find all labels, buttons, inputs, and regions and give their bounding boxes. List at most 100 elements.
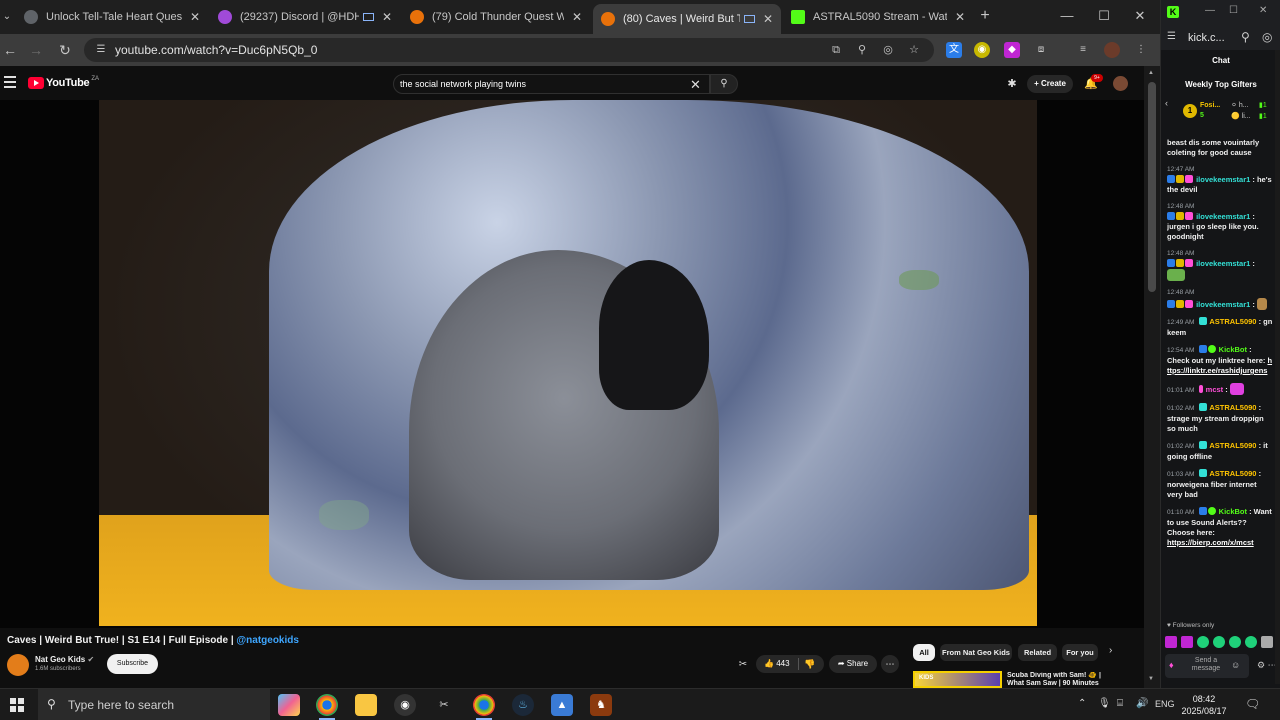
notification-center-icon[interactable]: 🗨: [1245, 697, 1260, 711]
new-tab-icon[interactable]: +: [976, 7, 994, 25]
taskbar-game-icon[interactable]: ▲: [551, 694, 573, 716]
chip-related[interactable]: Related: [1018, 644, 1057, 661]
taskbar-snipping-icon[interactable]: ✂: [433, 694, 455, 716]
account-avatar[interactable]: [1113, 76, 1128, 91]
tab-close-icon[interactable]: ✕: [382, 10, 392, 24]
system-clock[interactable]: 08:42 2025/08/17: [1180, 693, 1228, 717]
chat-username[interactable]: KickBot: [1219, 507, 1247, 516]
taskbar-steam-icon[interactable]: ♨: [512, 694, 534, 716]
kick-address-bar[interactable]: ☰ kick.c... ⚲ ◎: [1161, 26, 1280, 50]
emote-icon[interactable]: [1245, 636, 1257, 648]
video-frame[interactable]: [99, 100, 1037, 626]
hamburger-menu-icon[interactable]: [4, 76, 16, 88]
channel-tag-link[interactable]: @natgeokids: [236, 635, 299, 646]
taskbar-chrome-profile-icon[interactable]: [473, 694, 495, 720]
youtube-logo[interactable]: YouTube ZA: [28, 76, 99, 89]
chip-all[interactable]: All: [913, 644, 935, 661]
back-icon[interactable]: ←: [0, 40, 20, 60]
send-message-input[interactable]: ♦ Send a message ☺: [1165, 654, 1249, 678]
emote-icon[interactable]: [1165, 636, 1177, 648]
scroll-down-icon[interactable]: ▼: [1148, 676, 1154, 682]
install-app-icon[interactable]: ⧉: [828, 42, 844, 58]
chat-username[interactable]: ASTRAL5090: [1209, 403, 1256, 412]
gifters-prev-icon[interactable]: ‹: [1165, 98, 1168, 108]
tracking-eye-icon[interactable]: ◎: [880, 42, 896, 58]
tab-close-icon[interactable]: ✕: [572, 10, 582, 24]
chat-settings-icon[interactable]: ⚙ ⋯: [1257, 660, 1277, 671]
chat-username[interactable]: ilovekeemstar1: [1196, 212, 1250, 221]
extensions-puzzle-icon[interactable]: ⧈: [1033, 42, 1049, 58]
channel-avatar[interactable]: [7, 654, 29, 676]
chat-username[interactable]: ilovekeemstar1: [1196, 259, 1250, 268]
chip-from-channel[interactable]: From Nat Geo Kids: [940, 644, 1012, 661]
taskbar-copilot-icon[interactable]: [278, 694, 300, 716]
network-icon[interactable]: ⌸: [1117, 698, 1123, 709]
kick-close-icon[interactable]: ✕: [1259, 5, 1267, 16]
extension-yellow-icon[interactable]: ◉: [974, 42, 990, 58]
browser-menu-icon[interactable]: ⋮: [1133, 42, 1149, 58]
page-scrollbar[interactable]: ▲ ▼: [1144, 66, 1160, 688]
emote-icon[interactable]: [1181, 636, 1193, 648]
more-actions-icon[interactable]: ⋯: [881, 655, 899, 673]
chips-next-icon[interactable]: ›: [1109, 645, 1112, 656]
taskbar-chrome-icon[interactable]: [316, 694, 338, 720]
taskbar-app-icon[interactable]: ♞: [590, 694, 612, 716]
scroll-up-icon[interactable]: ▲: [1148, 70, 1154, 76]
create-button[interactable]: + Create: [1027, 75, 1073, 93]
chat-username[interactable]: mcst: [1206, 385, 1224, 394]
share-button[interactable]: ➦ Share: [829, 655, 877, 673]
microphone-icon[interactable]: 🎙: [1098, 698, 1111, 709]
volume-icon[interactable]: 🔊: [1136, 698, 1148, 709]
bookmark-star-icon[interactable]: ☆: [906, 42, 922, 58]
chat-scrollbar[interactable]: [1275, 50, 1280, 684]
kick-maximize-icon[interactable]: ☐: [1229, 5, 1238, 16]
chat-messages[interactable]: beast dis some vouintarly coleting for g…: [1167, 138, 1273, 618]
up-next-title[interactable]: Scuba Diving with Sam! 🐠 | What Sam Saw …: [1007, 672, 1107, 688]
tab-caves[interactable]: (80) Caves | Weird But True! ✕: [593, 4, 781, 34]
emote-icon[interactable]: [1213, 636, 1225, 648]
tab-close-icon[interactable]: ✕: [190, 10, 200, 24]
taskbar-obs-icon[interactable]: ◉: [394, 694, 416, 716]
kick-minimize-icon[interactable]: —: [1205, 5, 1215, 16]
chat-link[interactable]: https://bierp.com/x/mcst: [1167, 538, 1254, 547]
tab-cold-thunder[interactable]: (79) Cold Thunder Quest Walkt ✕: [402, 4, 590, 30]
tab-close-icon[interactable]: ✕: [955, 10, 965, 24]
tab-astral-stream[interactable]: ASTRAL5090 Stream - Watch Li ✕: [783, 4, 973, 30]
language-indicator[interactable]: ENG: [1155, 699, 1175, 709]
emoji-picker-icon[interactable]: ☺: [1231, 660, 1240, 670]
chat-username[interactable]: KickBot: [1219, 345, 1247, 354]
chat-username[interactable]: ASTRAL5090: [1209, 317, 1256, 326]
video-player[interactable]: [0, 100, 1144, 628]
chat-username[interactable]: ASTRAL5090: [1209, 441, 1256, 450]
emote-quick-bar[interactable]: [1165, 635, 1279, 649]
tray-overflow-icon[interactable]: ⌃: [1078, 698, 1086, 709]
extension-translate-icon[interactable]: 文: [946, 42, 962, 58]
scrollbar-thumb[interactable]: [1148, 82, 1156, 292]
media-control-icon[interactable]: ≡: [1075, 42, 1091, 58]
channel-name[interactable]: Nat Geo Kids ✔: [35, 655, 94, 664]
close-window-icon[interactable]: ✕: [1129, 6, 1151, 26]
thumbs-down-icon[interactable]: 👎: [804, 655, 815, 673]
emote-icon[interactable]: [1229, 636, 1241, 648]
forward-icon[interactable]: →: [26, 40, 46, 60]
settings-gear-icon[interactable]: ✱: [1005, 77, 1019, 91]
taskbar-search-input[interactable]: ⚲ Type here to search: [38, 689, 270, 720]
clip-icon[interactable]: ✂: [736, 658, 750, 672]
chat-username[interactable]: ilovekeemstar1: [1196, 300, 1250, 309]
tab-discord[interactable]: (29237) Discord | @HDHDH ✕: [210, 4, 400, 30]
search-icon[interactable]: ⚲: [710, 74, 738, 94]
like-button[interactable]: 👍 443 👎: [756, 655, 824, 673]
extension-pink-icon[interactable]: ◆: [1004, 42, 1020, 58]
site-info-icon[interactable]: ☰: [94, 43, 108, 57]
zoom-icon[interactable]: ⚲: [854, 42, 870, 58]
minimize-icon[interactable]: —: [1056, 6, 1078, 26]
tab-telltale[interactable]: Unlock Tell-Tale Heart Quest ✕: [16, 4, 208, 30]
taskbar-file-explorer-icon[interactable]: [355, 694, 377, 716]
chip-for-you[interactable]: For you: [1062, 644, 1098, 661]
reload-icon[interactable]: ↻: [55, 40, 75, 60]
up-next-thumbnail[interactable]: KIDS: [913, 671, 1002, 688]
tab-close-icon[interactable]: ✕: [763, 12, 773, 26]
windows-start-icon[interactable]: [10, 698, 24, 712]
emote-icon[interactable]: [1197, 636, 1209, 648]
clear-search-icon[interactable]: ✕: [690, 77, 701, 93]
